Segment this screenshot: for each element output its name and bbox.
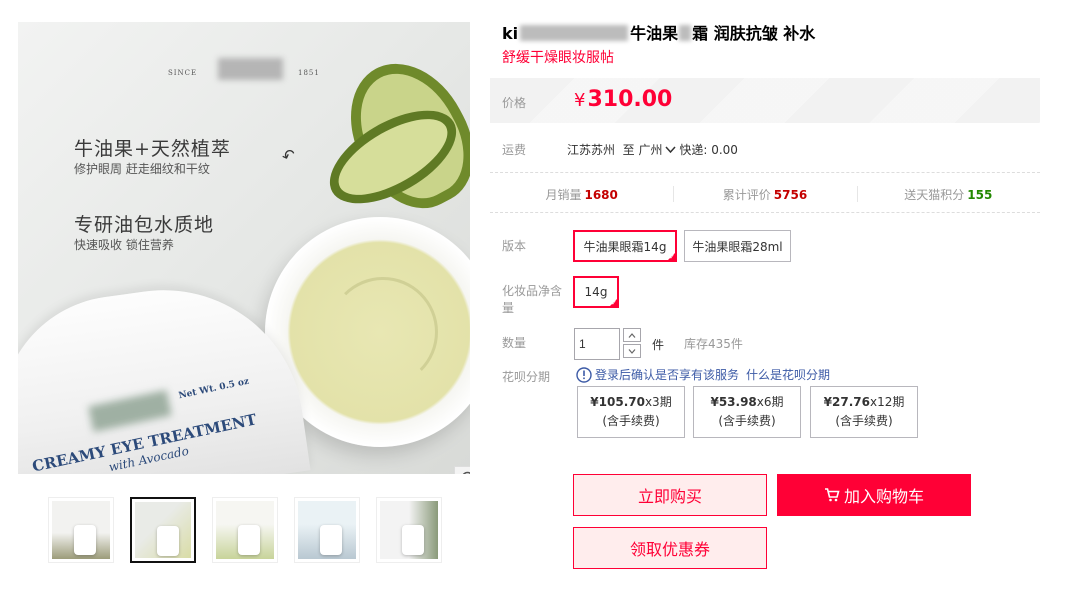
monthly-sales-value: 1680 [584, 187, 618, 202]
total-reviews[interactable]: 累计评价 5756 [673, 185, 856, 203]
image-subline-1: 修护眼周 赶走细纹和干纹 [74, 162, 210, 176]
huabei-plan-3[interactable]: ¥105.70x3期 (含手续费) [577, 386, 685, 438]
plan-period: x12期 [869, 395, 905, 409]
shipping-info: 江苏苏州 至 广州 快递: 0.00 [567, 141, 738, 158]
huabei-login-link[interactable]: 登录后确认是否享有该服务 [595, 366, 739, 383]
plan-note: (含手续费) [718, 414, 776, 428]
cream-swirl-image [328, 277, 438, 387]
image-headline-1: 牛油果+天然植萃 [74, 138, 231, 160]
thumbnail-3[interactable] [212, 497, 278, 563]
zoom-button[interactable] [454, 466, 470, 474]
shipping-to: 至 [622, 143, 635, 157]
quantity-input[interactable]: 1 [574, 328, 620, 360]
huabei-info: 登录后确认是否享有该服务 什么是花呗分期 [576, 366, 830, 383]
product-subtitle: 舒缓干燥眼妆服帖 [502, 50, 614, 66]
thumbnail-list [48, 497, 442, 563]
shipping-destination-select[interactable]: 广州 [639, 143, 676, 157]
sku-label: 牛油果眼霜14g [583, 239, 667, 254]
image-subline-2: 快速吸收 锁住营养 [74, 238, 174, 252]
sku-net-14g[interactable]: 14g ✓ [573, 276, 619, 308]
reviews-label: 累计评价 [722, 187, 771, 202]
price-value: ¥310.00 [574, 87, 672, 112]
since-year-text: 1851 [298, 69, 320, 77]
tmall-points: 送天猫积分 155 [856, 185, 1040, 203]
chevron-up-icon [628, 332, 636, 338]
what-is-huabei-link[interactable]: 什么是花呗分期 [746, 366, 830, 383]
divider [490, 172, 1040, 173]
sku-label: 牛油果眼霜28ml [692, 239, 783, 254]
magnifier-icon [462, 471, 470, 474]
curved-arrow-icon: ↶ [279, 144, 299, 167]
main-product-image[interactable]: SINCE 1851 牛油果+天然植萃 修护眼周 赶走细纹和干纹 ↶ 专研油包水… [18, 22, 470, 474]
shipping-label: 运费 [502, 143, 527, 157]
huabei-plan-12[interactable]: ¥27.76x12期 (含手续费) [810, 386, 918, 438]
stock-count: 库存435件 [684, 337, 743, 351]
product-title: ki 牛油果霜 润肤抗皱 补水 [502, 20, 815, 44]
title-char-blurred [679, 25, 692, 41]
check-icon: ✓ [669, 253, 675, 261]
since-text: SINCE [168, 69, 198, 77]
sku-label: 14g [584, 285, 608, 299]
plan-amount: ¥27.76 [823, 395, 870, 409]
divider [490, 212, 1040, 213]
thumbnail-1[interactable] [48, 497, 114, 563]
price-panel: 价格 ¥310.00 [490, 78, 1040, 123]
quantity-unit: 件 [652, 338, 665, 352]
get-coupon-button[interactable]: 领取优惠券 [573, 527, 767, 569]
title-prefix: ki [502, 24, 519, 43]
sku-version-14g[interactable]: 牛油果眼霜14g ✓ [573, 230, 677, 262]
huabei-plan-6[interactable]: ¥53.98x6期 (含手续费) [693, 386, 801, 438]
shipping-express: 快递: 0.00 [679, 143, 738, 157]
currency-symbol: ¥ [574, 90, 586, 111]
plan-period: x3期 [644, 395, 672, 409]
destination-text: 广州 [638, 143, 663, 157]
quantity-increase-button[interactable] [623, 328, 641, 342]
points-label: 送天猫积分 [904, 187, 965, 202]
product-detail-page: SINCE 1851 牛油果+天然植萃 修护眼周 赶走细纹和干纹 ↶ 专研油包水… [0, 0, 1080, 596]
net-content-label: 化妆品净含量 [502, 284, 563, 315]
add-to-cart-button[interactable]: 加入购物车 [777, 474, 971, 516]
points-value: 155 [967, 187, 993, 202]
quantity-label: 数量 [502, 336, 527, 350]
quantity-decrease-button[interactable] [623, 344, 641, 358]
plan-amount: ¥105.70 [590, 395, 645, 409]
title-brand-blurred [520, 25, 629, 41]
shipping-origin: 江苏苏州 [567, 143, 616, 157]
price-amount: 310.00 [587, 87, 673, 112]
thumbnail-2[interactable] [130, 497, 196, 563]
plan-amount: ¥53.98 [710, 395, 757, 409]
brand-logo-blurred [218, 58, 283, 80]
monthly-sales-label: 月销量 [545, 187, 582, 202]
chevron-down-icon [664, 146, 676, 154]
price-label: 价格 [502, 96, 527, 110]
plan-note: (含手续费) [602, 414, 660, 428]
buy-now-button[interactable]: 立即购买 [573, 474, 767, 516]
cart-icon [824, 488, 840, 502]
thumbnail-4[interactable] [294, 497, 360, 563]
plan-period: x6期 [756, 395, 784, 409]
thumbnail-5[interactable] [376, 497, 442, 563]
sku-version-28ml[interactable]: 牛油果眼霜28ml [684, 230, 791, 262]
plan-note: (含手续费) [835, 414, 893, 428]
sales-stats: 月销量 1680 累计评价 5756 送天猫积分 155 [490, 177, 1040, 211]
chevron-down-icon [628, 348, 636, 354]
info-icon [576, 366, 592, 383]
add-to-cart-label: 加入购物车 [843, 487, 924, 506]
image-headline-2: 专研油包水质地 [74, 214, 215, 236]
monthly-sales: 月销量 1680 [490, 186, 673, 203]
title-main: 牛油果 [630, 24, 679, 43]
title-main-end: 霜 润肤抗皱 补水 [692, 24, 816, 43]
reviews-value: 5756 [773, 187, 808, 202]
version-label: 版本 [502, 239, 527, 253]
check-icon: ✓ [611, 299, 617, 307]
huabei-label: 花呗分期 [502, 370, 551, 384]
